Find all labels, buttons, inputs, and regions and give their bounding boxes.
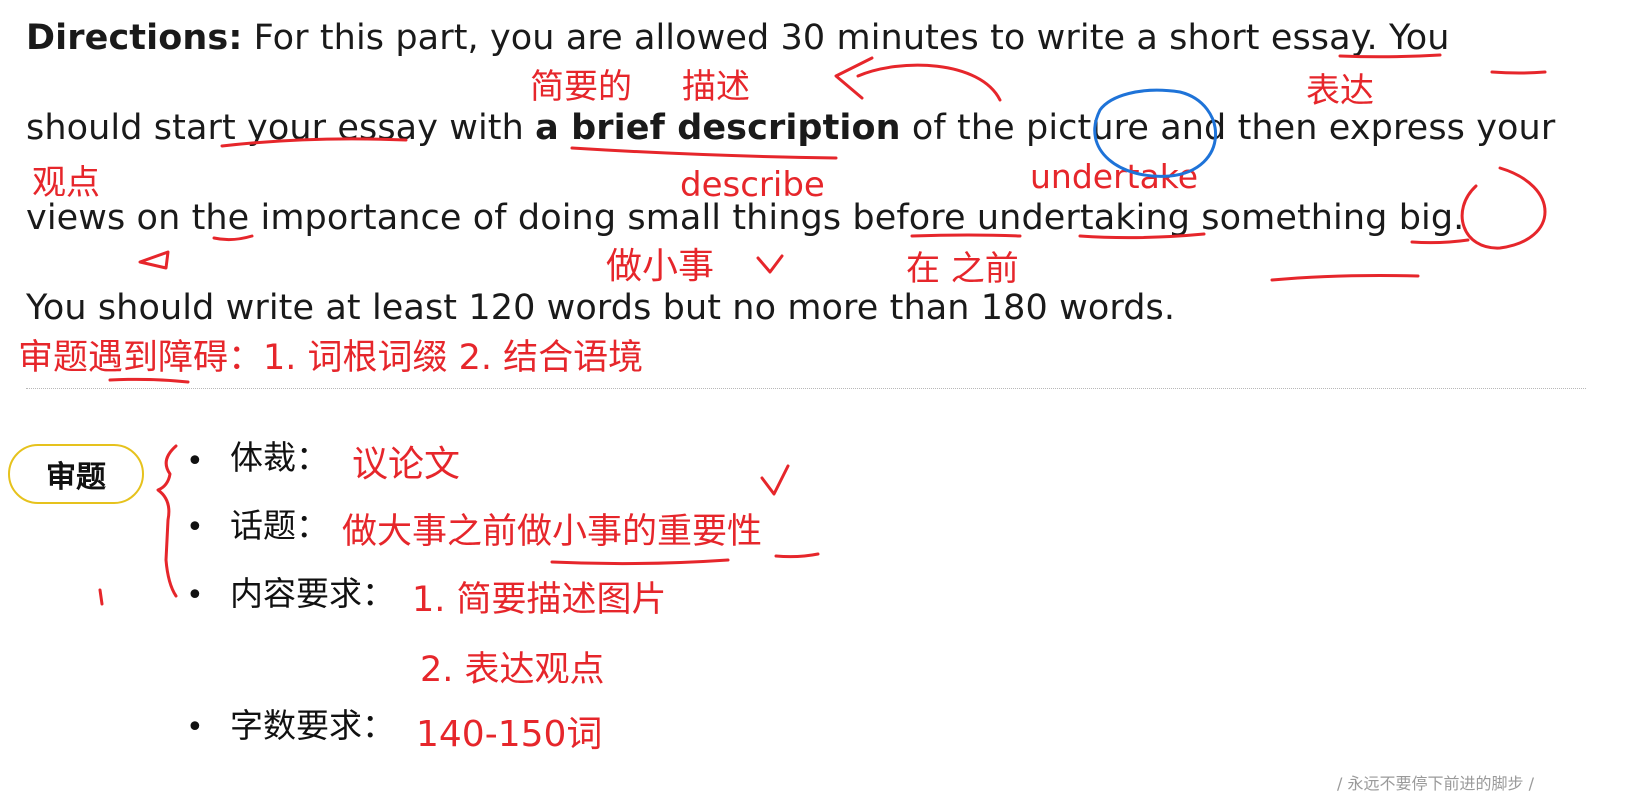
directions-text-2b: of the picture and then express your bbox=[900, 108, 1556, 148]
annotation-undertake: undertake bbox=[1030, 157, 1199, 196]
brace-left bbox=[156, 444, 178, 598]
arrow-curve bbox=[834, 56, 1002, 102]
underline-zuoxiaoshi bbox=[550, 558, 730, 566]
annotation-zaizhiqian: 在 之前 bbox=[906, 249, 1019, 289]
bullet-content: • bbox=[186, 578, 204, 613]
section-divider bbox=[26, 388, 1586, 389]
directions-text-1: For this part, you are allowed 30 minute… bbox=[242, 18, 1450, 58]
annotation-jianyaode: 简要的 bbox=[530, 67, 632, 107]
circle-big bbox=[1460, 166, 1547, 250]
underline-something bbox=[1410, 238, 1470, 245]
label-wordcount: 字数要求： bbox=[230, 706, 395, 745]
label-topic: 话题： bbox=[230, 506, 329, 545]
shenti-badge: 审题 bbox=[8, 444, 144, 504]
label-genre: 体裁： bbox=[230, 438, 329, 477]
bullet-topic: • bbox=[186, 510, 204, 545]
directions-line-4: You should write at least 120 words but … bbox=[26, 288, 1176, 328]
value-wordcount: 140-150词 bbox=[416, 714, 603, 755]
check-mark-1 bbox=[756, 254, 784, 274]
annotation-guandian: 观点 bbox=[32, 163, 100, 203]
bullet-genre: • bbox=[186, 444, 204, 479]
check-mark-2 bbox=[760, 464, 790, 496]
triangle-mark bbox=[138, 250, 170, 270]
directions-line-1: Directions: For this part, you are allow… bbox=[26, 16, 1450, 60]
line-under-big bbox=[1270, 274, 1420, 282]
label-content: 内容要求： bbox=[230, 574, 395, 613]
underline-dao bbox=[108, 377, 190, 384]
annotation-zuoxiaoshi: 做小事 bbox=[606, 246, 715, 287]
directions-text-2a: should start your essay with bbox=[26, 108, 536, 148]
annotation-miaoshu: 描述 bbox=[682, 67, 750, 107]
brief-description-phrase: a brief description bbox=[535, 108, 901, 148]
directions-line-2: should start your essay with a brief des… bbox=[26, 106, 1555, 150]
annotation-biaoda: 表达 bbox=[1306, 71, 1374, 111]
dash-you bbox=[1490, 70, 1547, 75]
value-content-2: 2. 表达观点 bbox=[420, 650, 605, 690]
annotation-describe: describe bbox=[680, 165, 825, 205]
bullet-wordcount: • bbox=[186, 710, 204, 745]
tick-mark-small bbox=[98, 588, 104, 606]
annotation-obstacle: 审题遇到障碍：1. 词根词缀 2. 结合语境 bbox=[18, 338, 644, 378]
value-content-1: 1. 简要描述图片 bbox=[412, 580, 667, 620]
value-genre: 议论文 bbox=[352, 444, 461, 485]
watermark: / 永远不要停下前进的脚步 / bbox=[1337, 774, 1534, 793]
slide: Directions: For this part, you are allow… bbox=[0, 0, 1630, 795]
value-topic: 做大事之前做小事的重要性 bbox=[342, 512, 763, 552]
underline-xing bbox=[774, 552, 820, 559]
directions-label: Directions: bbox=[26, 18, 243, 58]
